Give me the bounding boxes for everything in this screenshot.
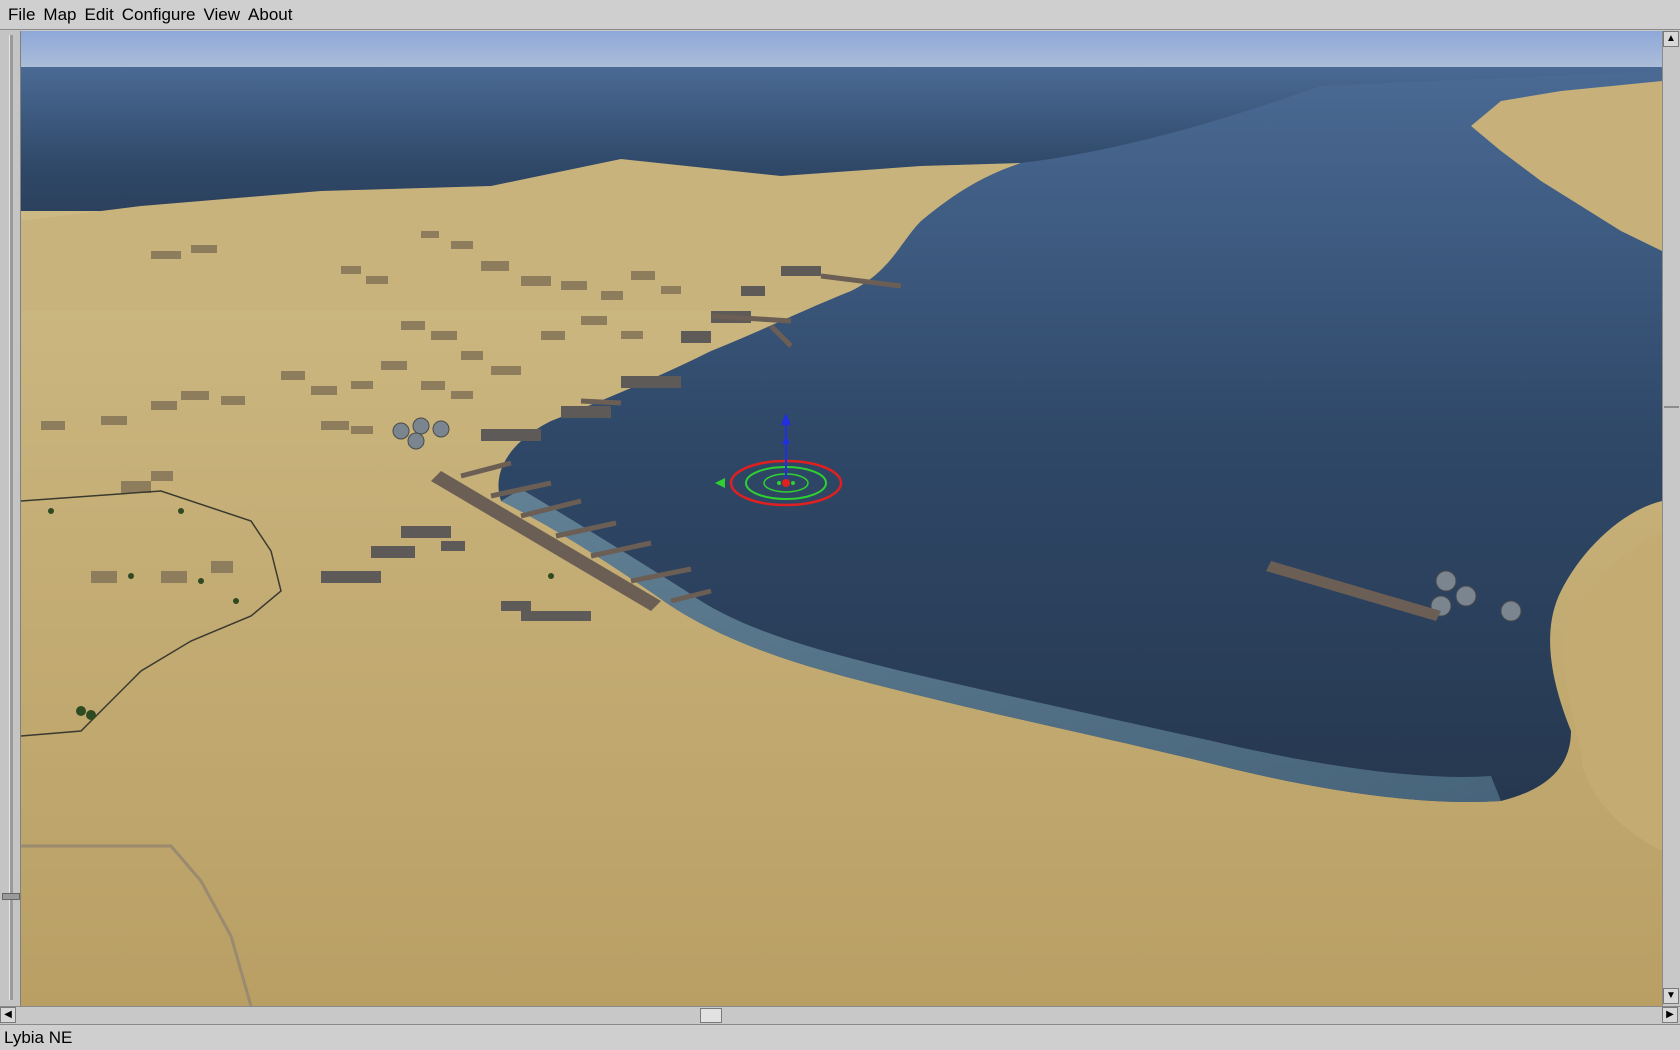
status-bar: Lybia NE: [0, 1024, 1680, 1050]
menu-map[interactable]: Map: [39, 0, 80, 30]
vertical-scroll-thumb[interactable]: [1664, 49, 1679, 408]
arrow-up-icon: ▲: [1666, 33, 1676, 44]
scroll-up-button[interactable]: ▲: [1663, 31, 1679, 47]
left-panel-splitter[interactable]: [0, 31, 21, 1006]
scroll-down-button[interactable]: ▼: [1663, 988, 1679, 1004]
horizontal-scroll-thumb[interactable]: [700, 1008, 722, 1023]
sky: [21, 31, 1662, 71]
menu-edit[interactable]: Edit: [80, 0, 117, 30]
scroll-left-button[interactable]: ◀: [0, 1007, 16, 1023]
vertical-scrollbar[interactable]: ▲ ▼: [1662, 31, 1680, 1006]
splitter-handle[interactable]: [2, 893, 20, 900]
menu-file[interactable]: File: [4, 0, 39, 30]
map-name-label: Lybia NE: [4, 1027, 73, 1047]
menu-bar: File Map Edit Configure View About: [0, 0, 1680, 30]
map-3d-viewport[interactable]: [21, 31, 1662, 1006]
splitter-groove: [9, 35, 13, 1000]
horizontal-scrollbar[interactable]: ◀ ▶: [0, 1006, 1680, 1024]
menu-view[interactable]: View: [200, 0, 245, 30]
arrow-left-icon: ◀: [4, 1009, 12, 1020]
menu-configure[interactable]: Configure: [118, 0, 200, 30]
arrow-right-icon: ▶: [1666, 1009, 1674, 1020]
scroll-right-button[interactable]: ▶: [1662, 1007, 1678, 1023]
menu-about[interactable]: About: [244, 0, 296, 30]
arrow-down-icon: ▼: [1666, 990, 1676, 1001]
